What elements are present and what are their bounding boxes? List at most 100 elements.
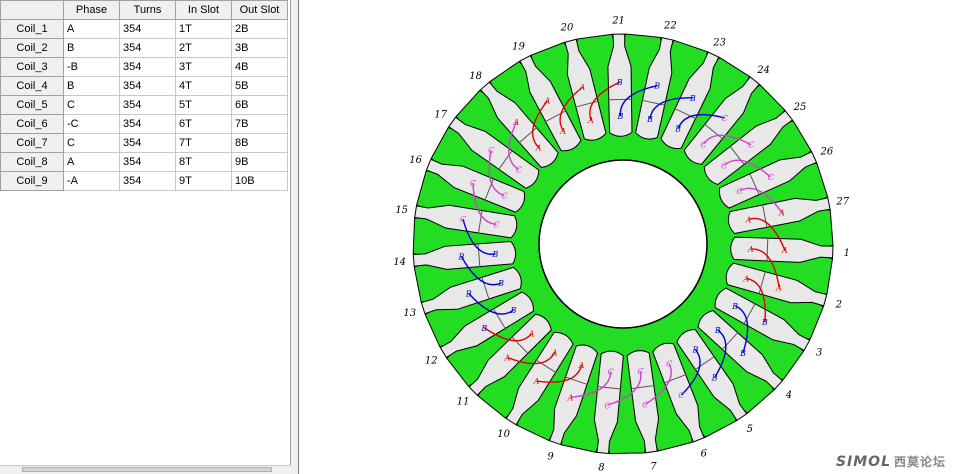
cell-in-slot[interactable]: 7T <box>175 133 232 153</box>
cell-phase[interactable]: C <box>63 95 120 115</box>
cell-in-slot[interactable]: 9T <box>175 171 232 191</box>
row-header-coil[interactable]: Coil_4 <box>0 76 64 96</box>
slot-phase-label: C <box>460 215 466 224</box>
slot-number-label: 3 <box>816 348 822 359</box>
cell-out-slot[interactable]: 8B <box>231 133 288 153</box>
coil-row[interactable]: Coil_8 A 354 8T 9B <box>0 152 288 172</box>
cell-turns[interactable]: 354 <box>119 114 176 134</box>
cell-phase[interactable]: A <box>63 152 120 172</box>
row-header-coil[interactable]: Coil_3 <box>0 57 64 77</box>
cell-in-slot[interactable]: 1T <box>175 19 232 39</box>
cell-in-slot[interactable]: 8T <box>175 152 232 172</box>
cell-phase[interactable]: C <box>63 133 120 153</box>
column-header-phase[interactable]: Phase <box>63 0 120 20</box>
column-header-out-slot[interactable]: Out Slot <box>231 0 288 20</box>
slot-number-label: 21 <box>611 16 625 27</box>
slot-phase-label: C <box>722 114 728 123</box>
slot-phase-label: A <box>745 215 752 224</box>
cell-turns[interactable]: 354 <box>119 133 176 153</box>
cell-in-slot[interactable]: 4T <box>175 76 232 96</box>
row-header-coil[interactable]: Coil_7 <box>0 133 64 153</box>
coil-row[interactable]: Coil_4 B 354 4T 5B <box>0 76 288 96</box>
cell-turns[interactable]: 354 <box>119 76 176 96</box>
cell-out-slot[interactable]: 6B <box>231 95 288 115</box>
cell-turns[interactable]: 354 <box>119 171 176 191</box>
coil-row[interactable]: Coil_6 -C 354 6T 7B <box>0 114 288 134</box>
row-header-coil[interactable]: Coil_8 <box>0 152 64 172</box>
cell-turns[interactable]: 354 <box>119 19 176 39</box>
cell-turns[interactable]: 354 <box>119 57 176 77</box>
cell-turns[interactable]: 354 <box>119 38 176 58</box>
cell-out-slot[interactable]: 3B <box>231 38 288 58</box>
slot-number-label: 2 <box>835 299 842 310</box>
slot-phase-label: C <box>488 146 494 155</box>
slot-phase-label: A <box>559 127 566 136</box>
cell-out-slot[interactable]: 5B <box>231 76 288 96</box>
slot-phase-label: B <box>465 290 472 299</box>
slot-number-label: 27 <box>835 196 849 207</box>
coil-row[interactable]: Coil_9 -A 354 9T 10B <box>0 171 288 191</box>
row-header-coil[interactable]: Coil_5 <box>0 95 64 115</box>
cell-turns[interactable]: 354 <box>119 152 176 172</box>
slot-phase-label: A <box>512 118 519 127</box>
cell-phase[interactable]: B <box>63 38 120 58</box>
cell-out-slot[interactable]: 9B <box>231 152 288 172</box>
winding-diagram-canvas: A A A A B B B B B B C C C C C C A A A A A A B B B B B B C C C C C C A A A A A A… <box>299 0 954 474</box>
slot-phase-label: A <box>579 83 586 92</box>
slot-phase-label: B <box>691 346 698 355</box>
slot-phase-label: C <box>494 220 500 229</box>
slot-number-label: 8 <box>598 462 604 473</box>
slot-phase-label: B <box>711 374 718 383</box>
slot-number-label: 16 <box>409 155 422 166</box>
row-header-coil[interactable]: Coil_1 <box>0 19 64 39</box>
cell-phase[interactable]: -A <box>63 171 120 191</box>
cell-in-slot[interactable]: 6T <box>175 114 232 134</box>
slot-phase-label: C <box>737 187 743 196</box>
slot-phase-label: C <box>604 401 610 410</box>
slot-number-label: 11 <box>457 396 470 407</box>
cell-phase[interactable]: B <box>63 76 120 96</box>
row-header-coil[interactable]: Coil_2 <box>0 38 64 58</box>
cell-in-slot[interactable]: 2T <box>175 38 232 58</box>
cell-phase[interactable]: -C <box>63 114 120 134</box>
cell-out-slot[interactable]: 7B <box>231 114 288 134</box>
column-header-in-slot[interactable]: In Slot <box>175 0 232 20</box>
cell-phase[interactable]: -B <box>63 57 120 77</box>
cell-out-slot[interactable]: 4B <box>231 57 288 77</box>
slot-phase-label: A <box>551 348 558 357</box>
slot-phase-label: C <box>721 162 727 171</box>
slot-phase-label: C <box>678 391 684 400</box>
cell-turns[interactable]: 354 <box>119 95 176 115</box>
coil-row[interactable]: Coil_1 A 354 1T 2B <box>0 19 288 39</box>
cell-in-slot[interactable]: 3T <box>175 57 232 77</box>
slot-phase-label: B <box>714 326 721 335</box>
pane-splitter[interactable] <box>291 0 299 474</box>
slot-number-label: 26 <box>820 147 834 158</box>
coil-row[interactable]: Coil_7 C 354 7T 8B <box>0 133 288 153</box>
slot-phase-label: A <box>578 361 585 370</box>
scrollbar-thumb[interactable] <box>22 467 272 472</box>
slot-phase-label: B <box>491 250 498 259</box>
coil-row[interactable]: Coil_5 C 354 5T 6B <box>0 95 288 115</box>
stator-inner-bore <box>538 159 708 329</box>
slot-phase-label: B <box>653 82 660 91</box>
column-header-turns[interactable]: Turns <box>119 0 176 20</box>
cell-in-slot[interactable]: 5T <box>175 95 232 115</box>
coil-row[interactable]: Coil_3 -B 354 3T 4B <box>0 57 288 77</box>
row-header-coil[interactable]: Coil_9 <box>0 171 64 191</box>
cell-out-slot[interactable]: 2B <box>231 19 288 39</box>
coil-row[interactable]: Coil_2 B 354 2T 3B <box>0 38 288 58</box>
coil-table-header: Phase Turns In Slot Out Slot <box>0 0 288 20</box>
cell-phase[interactable]: A <box>63 19 120 39</box>
row-header-coil[interactable]: Coil_6 <box>0 114 64 134</box>
coil-grid-pane: Phase Turns In Slot Out Slot Coil_1 A 354 1… <box>0 0 291 474</box>
slot-phase-label: B <box>616 112 623 121</box>
cell-out-slot[interactable]: 10B <box>231 171 288 191</box>
coil-table[interactable]: Phase Turns In Slot Out Slot Coil_1 A 354 1… <box>0 0 288 191</box>
slot-phase-label: C <box>700 140 706 149</box>
slot-number-label: 7 <box>650 461 657 472</box>
corner-cell[interactable] <box>0 0 64 20</box>
slot-number-label: 1 <box>844 248 850 259</box>
slot-number-label: 14 <box>393 257 406 268</box>
horizontal-scrollbar[interactable] <box>0 465 291 474</box>
